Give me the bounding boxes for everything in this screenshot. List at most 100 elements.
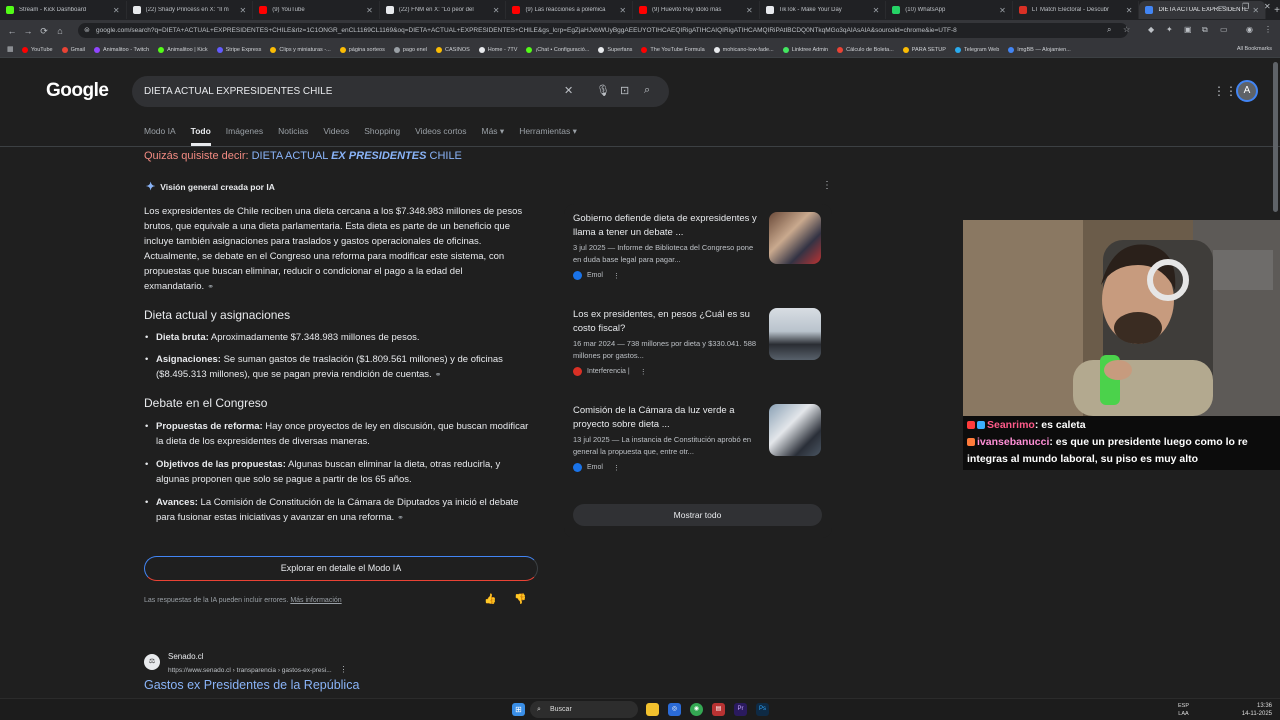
close-tab-icon[interactable]: ✕ [493, 6, 500, 15]
reload-icon[interactable]: ⟳ [36, 26, 52, 37]
bookmark-item[interactable]: Cálculo de Boleta... [837, 46, 894, 53]
windows-start-icon[interactable]: ⊞ [512, 703, 525, 716]
app-icon[interactable]: ◎ [668, 703, 681, 716]
link-icon[interactable]: ⚭ [397, 513, 404, 522]
close-tab-icon[interactable]: ✕ [1126, 6, 1133, 15]
search-input[interactable] [144, 76, 554, 107]
forward-icon[interactable]: → [20, 26, 36, 36]
close-tab-icon[interactable]: ✕ [873, 6, 880, 15]
search-box[interactable]: ✕ 🎙 ⊡ ⌕ [132, 76, 669, 107]
bookmark-item[interactable]: Stripe Express [216, 46, 261, 53]
browser-tab[interactable]: (9) YouTube ✕ [253, 1, 380, 19]
account-avatar[interactable]: A [1236, 80, 1258, 102]
bookmark-item[interactable]: mohicano-low-fade... [713, 46, 774, 53]
thumbs-down-icon[interactable]: 👎 [514, 594, 526, 605]
browser-tab[interactable]: (9) Huevito Rey ídolo más ✕ [633, 1, 760, 19]
close-tab-icon[interactable]: ✕ [366, 6, 373, 15]
search-tab[interactable]: Herramientas ▾ [519, 126, 577, 146]
profile-icon[interactable]: ◉ [1246, 25, 1253, 34]
extension-icon[interactable]: ▣ [1184, 25, 1192, 34]
taskbar-search[interactable]: ⌕ Buscar [530, 701, 638, 718]
extension-icon[interactable]: ✦ [1166, 25, 1173, 34]
article-thumbnail[interactable] [769, 212, 821, 264]
extensions-puzzle-icon[interactable]: ⧉ [1202, 25, 1208, 35]
search-tab[interactable]: Noticias [278, 126, 308, 146]
system-clock[interactable]: 13:36 14-11-2025 [1242, 702, 1272, 718]
browser-tab[interactable]: LT Match Electoral - Descubr ✕ [1013, 1, 1140, 19]
browser-tab[interactable]: Stream - Kick Dashboard ✕ [0, 1, 127, 19]
close-tab-icon[interactable]: ✕ [999, 6, 1006, 15]
bookmark-item[interactable]: Animalitoo | Kick [158, 46, 208, 53]
browser-tab[interactable]: (22) Shady Princess en X: "Il m ✕ [127, 1, 254, 19]
more-options-icon[interactable]: ⋮ [822, 180, 832, 191]
close-tab-icon[interactable]: ✕ [619, 6, 626, 15]
search-icon[interactable]: ⌕ [644, 84, 650, 97]
page-scrollbar[interactable] [1273, 62, 1278, 212]
search-tab[interactable]: Imágenes [226, 126, 263, 146]
all-bookmarks[interactable]: All Bookmarks [1237, 46, 1272, 52]
bookmark-item[interactable]: Home - 7TV [478, 46, 517, 53]
search-tab[interactable]: Videos cortos [415, 126, 466, 146]
browser-tab[interactable]: (9) Las reacciones a polémica ✕ [506, 1, 634, 19]
premiere-icon[interactable]: Pr [734, 703, 747, 716]
home-icon[interactable]: ⌂ [52, 26, 68, 36]
search-tab[interactable]: Modo IA [144, 126, 176, 146]
back-icon[interactable]: ← [4, 26, 20, 36]
show-all-button[interactable]: Mostrar todo [573, 504, 822, 526]
close-tab-icon[interactable]: ✕ [746, 6, 753, 15]
search-tab[interactable]: Shopping [364, 126, 400, 146]
clear-icon[interactable]: ✕ [564, 84, 573, 97]
more-options-icon[interactable]: ⋮ [339, 665, 347, 674]
bookmark-item[interactable]: PARA SETUP [902, 46, 946, 53]
bookmark-item[interactable]: Superfans [598, 46, 632, 53]
bookmark-item[interactable]: Linktree Admin [782, 46, 828, 53]
source-title[interactable]: Gobierno defiende dieta de expresidentes… [573, 212, 763, 240]
app-icon[interactable]: ▤ [712, 703, 725, 716]
result-site-name[interactable]: Senado.cl [168, 652, 204, 661]
more-options-icon[interactable]: ⋮ [613, 464, 620, 472]
site-info-icon[interactable]: ⊜ [84, 23, 90, 38]
bookmark-item[interactable]: ImgBB — Alojamien... [1008, 46, 1071, 53]
link-icon[interactable]: ⚭ [435, 370, 442, 379]
file-explorer-icon[interactable] [646, 703, 659, 716]
source-card[interactable]: Los ex presidentes, en pesos ¿Cuál es su… [573, 308, 829, 376]
explore-ai-mode-button[interactable]: Explorar en detalle el Modo IA [144, 556, 538, 581]
source-title[interactable]: Los ex presidentes, en pesos ¿Cuál es su… [573, 308, 763, 336]
source-title[interactable]: Comisión de la Cámara da luz verde a pro… [573, 404, 763, 432]
did-you-mean-link[interactable]: DIETA ACTUAL EX PRESIDENTES CHILE [252, 150, 462, 162]
extension-icon[interactable]: ◆ [1148, 25, 1154, 34]
bookmark-item[interactable]: pago enel [393, 46, 427, 53]
maximize-icon[interactable]: ❐ [1242, 2, 1249, 11]
keyboard-language[interactable]: ESP LAA [1178, 702, 1189, 718]
bookmark-item[interactable]: página sorteos [339, 46, 385, 53]
browser-tab[interactable]: TikTok - Make Your Day ✕ [760, 1, 887, 19]
source-card[interactable]: Comisión de la Cámara da luz verde a pro… [573, 404, 829, 472]
search-tab[interactable]: Más ▾ [482, 126, 505, 146]
bookmark-item[interactable]: Gmail [61, 46, 85, 53]
bookmark-item[interactable]: YouTube [22, 46, 53, 53]
menu-icon[interactable]: ⋮ [1264, 25, 1272, 34]
lens-camera-icon[interactable]: ⊡ [620, 84, 629, 97]
close-tab-icon[interactable]: ✕ [113, 6, 120, 15]
microphone-icon[interactable]: 🎙 [596, 84, 610, 97]
bookmark-item[interactable]: The YouTube Formula [641, 46, 705, 53]
article-thumbnail[interactable] [769, 308, 821, 360]
bookmark-item[interactable]: Telegram Web [954, 46, 999, 53]
sidepanel-icon[interactable]: ▭ [1220, 25, 1228, 34]
source-card[interactable]: Gobierno defiende dieta de expresidentes… [573, 212, 829, 280]
close-tab-icon[interactable]: ✕ [240, 6, 247, 15]
thumbs-up-icon[interactable]: 👍 [484, 594, 496, 605]
search-icon[interactable]: ⌕ [1107, 25, 1111, 35]
article-thumbnail[interactable] [769, 404, 821, 456]
bookmark-item[interactable]: ¡Chat • Configuració... [526, 46, 589, 53]
close-window-icon[interactable]: ✕ [1264, 2, 1271, 11]
more-info-link[interactable]: Más información [290, 597, 341, 604]
google-logo[interactable]: Google [46, 80, 109, 102]
bookmark-star-icon[interactable]: ☆ [1123, 25, 1130, 34]
close-tab-icon[interactable]: ✕ [1252, 6, 1259, 15]
apps-grid-icon[interactable]: ▦ [7, 45, 14, 53]
search-tab[interactable]: Todo [190, 126, 211, 146]
result-title-link[interactable]: Gastos ex Presidentes de la República [144, 678, 359, 692]
bookmark-item[interactable]: Animalitoo - Twitch [94, 46, 149, 53]
bookmark-item[interactable]: Clips y miniaturas -... [270, 46, 331, 53]
